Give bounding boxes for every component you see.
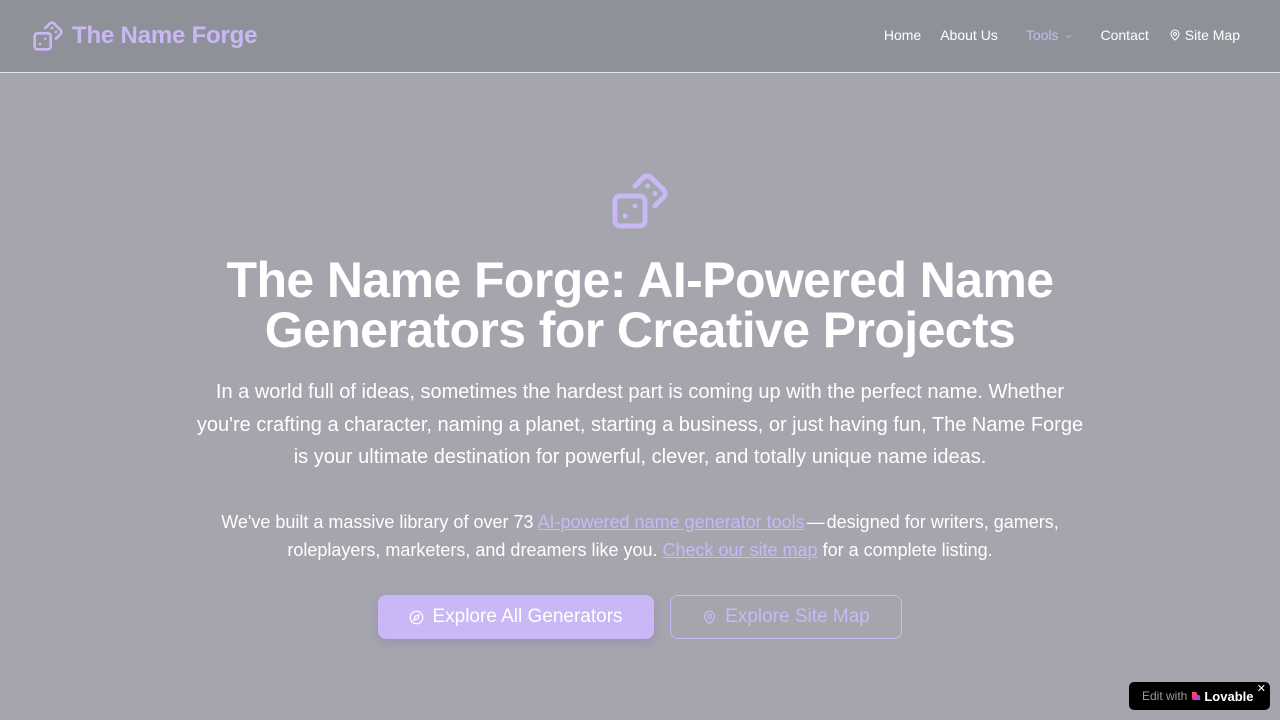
chevron-down-icon — [1065, 34, 1071, 38]
em-dash: — — [806, 512, 825, 532]
main-nav: Home About Us Tools Contact Site Map — [884, 27, 1240, 43]
sub-text-after: for a complete listing. — [817, 540, 993, 560]
nav-tools-label: Tools — [1025, 27, 1059, 43]
badge-edit-text: Edit with — [1142, 689, 1188, 703]
explore-site-map-label: Explore Site Map — [725, 606, 870, 627]
explore-site-map-button[interactable]: Explore Site Map — [670, 595, 902, 639]
explore-all-generators-button[interactable]: Explore All Generators — [378, 595, 654, 639]
site-map-link[interactable]: Check our site map — [663, 540, 818, 560]
nav-contact[interactable]: Contact — [1101, 27, 1149, 43]
nav-site-map[interactable]: Site Map — [1169, 27, 1240, 43]
close-icon[interactable]: ✕ — [1257, 684, 1266, 695]
map-pin-icon — [1170, 29, 1180, 41]
brand-name: The Name Forge — [72, 22, 258, 49]
hero-sub-text: We've built a massive library of over 73… — [200, 508, 1080, 564]
hero-lead-text: In a world full of ideas, sometimes the … — [196, 381, 1084, 468]
generator-tools-link[interactable]: AI-powered name generator tools — [538, 512, 805, 532]
explore-all-generators-label: Explore All Generators — [432, 606, 623, 627]
site-logo[interactable]: The Name Forge — [32, 20, 257, 52]
badge-brand: Lovable — [1204, 688, 1254, 704]
dice-icon — [612, 173, 668, 229]
sub-text-before: We've built a massive library of over 73 — [221, 512, 538, 532]
dice-icon — [33, 21, 63, 51]
compass-icon — [410, 610, 424, 624]
hero-title: The Name Forge: AI-Powered Name Generato… — [226, 252, 1055, 358]
map-pin-icon — [704, 610, 716, 624]
nav-about-us[interactable]: About Us — [940, 27, 998, 43]
edit-with-lovable-badge[interactable]: Edit with Lovable ✕ — [1129, 682, 1270, 710]
nav-home[interactable]: Home — [884, 27, 921, 43]
nav-site-map-label: Site Map — [1184, 27, 1240, 43]
site-header: The Name Forge Home About Us Tools Conta… — [0, 0, 1280, 73]
lovable-heart-icon — [1192, 692, 1201, 700]
nav-tools-dropdown[interactable]: Tools — [1026, 27, 1073, 43]
